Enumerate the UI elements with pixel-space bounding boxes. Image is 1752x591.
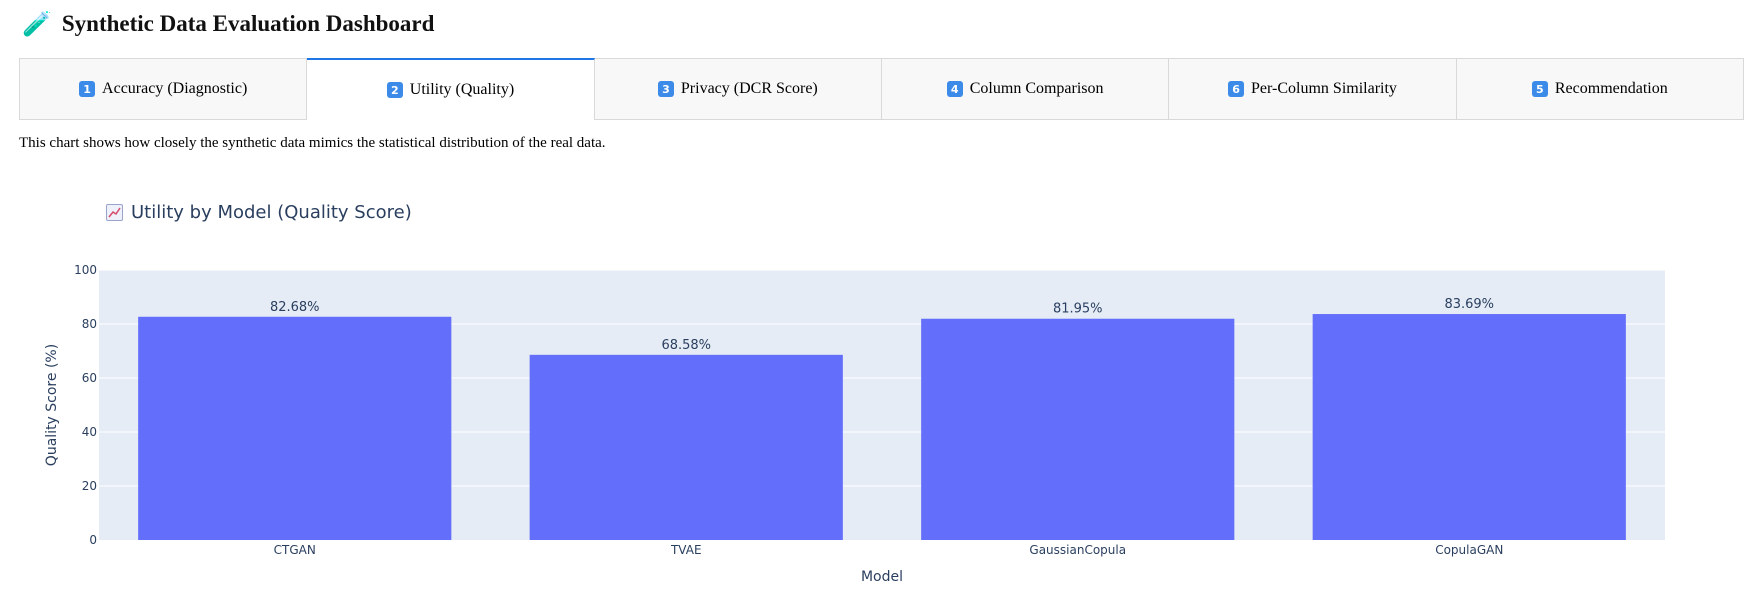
x-tick-label: GaussianCopula xyxy=(1029,543,1126,557)
data-label: 81.95% xyxy=(1053,302,1103,317)
y-tick-label: 40 xyxy=(82,425,97,439)
y-tick-label: 80 xyxy=(82,317,97,331)
data-label: 83.69% xyxy=(1444,297,1494,312)
x-tick-label: CTGAN xyxy=(274,543,316,557)
x-tick-label: CopulaGAN xyxy=(1435,543,1503,557)
data-label: 68.58% xyxy=(661,338,711,353)
bar-ctgan xyxy=(138,316,452,540)
y-tick-label: 100 xyxy=(74,263,97,277)
bar-chart: 0 20 40 60 80 100 82.68% CTGAN 68.58% TVAE 81.95% G… xyxy=(44,263,1665,585)
bar-tvae xyxy=(529,354,843,540)
bar-gaussiancopula xyxy=(921,318,1235,540)
y-tick-label: 0 xyxy=(89,533,97,547)
x-tick-label: TVAE xyxy=(670,543,702,557)
bar-copulagan xyxy=(1312,314,1626,540)
y-axis-title: Quality Score (%) xyxy=(44,344,60,466)
x-axis-title: Model xyxy=(861,569,903,585)
y-tick-label: 60 xyxy=(82,371,97,385)
y-tick-label: 20 xyxy=(82,479,97,493)
data-label: 82.68% xyxy=(270,300,320,315)
